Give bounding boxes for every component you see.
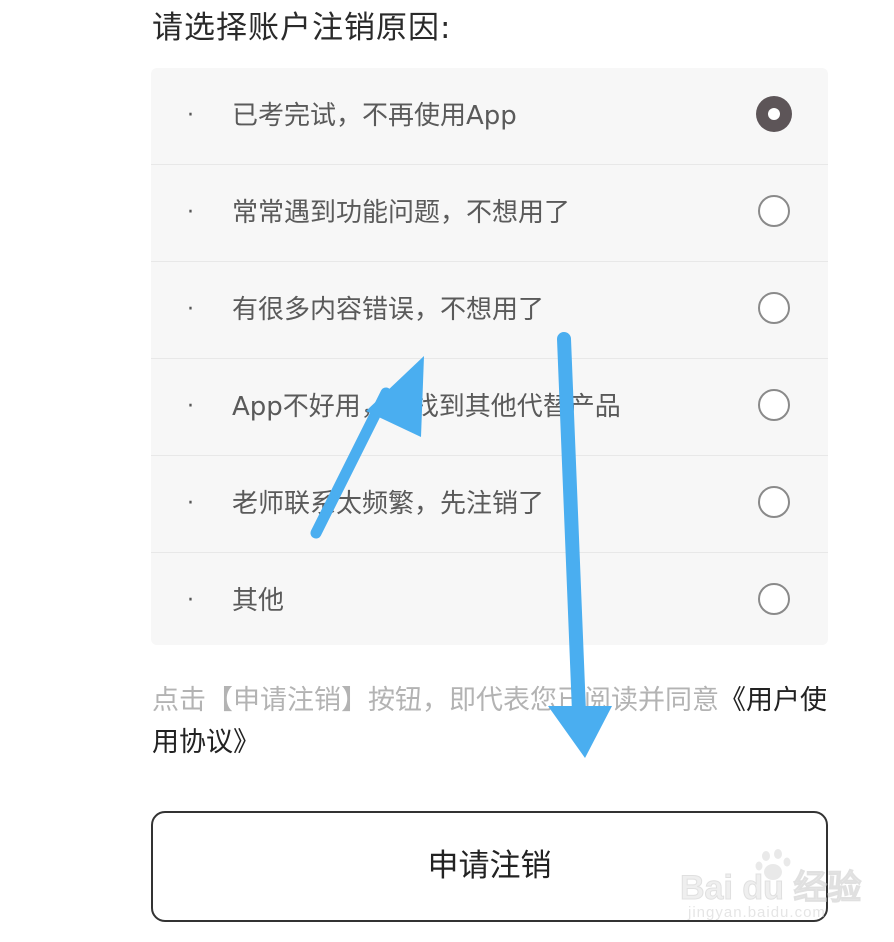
watermark-url: jingyan.baidu.com <box>688 904 826 921</box>
bullet-dot: · <box>187 297 194 322</box>
bullet-dot: · <box>187 394 194 419</box>
bullet-dot: · <box>187 491 194 516</box>
radio-button-selected[interactable] <box>756 96 792 132</box>
bullet-dot: · <box>187 588 194 613</box>
radio-button[interactable] <box>758 292 790 324</box>
radio-button[interactable] <box>758 583 790 615</box>
reason-option-2[interactable]: · 常常遇到功能问题，不想用了 <box>151 165 828 262</box>
reason-label: 老师联系太频繁，先注销了 <box>232 489 545 519</box>
bullet-dot: · <box>187 103 194 128</box>
agreement-notice: 点击【申请注销】按钮，即代表您已阅读并同意《用户使用协议》 <box>152 680 832 764</box>
reason-label: App不好用，已找到其他代替产品 <box>232 392 621 422</box>
reason-label: 其他 <box>232 586 285 616</box>
reason-label: 已考完试，不再使用App <box>232 101 517 131</box>
radio-button[interactable] <box>758 486 790 518</box>
reason-option-6[interactable]: · 其他 <box>151 553 828 645</box>
reason-list: · 已考完试，不再使用App · 常常遇到功能问题，不想用了 · 有很多内容错误… <box>151 68 828 645</box>
reason-option-5[interactable]: · 老师联系太频繁，先注销了 <box>151 456 828 553</box>
reason-label: 有很多内容错误，不想用了 <box>232 295 545 325</box>
radio-button[interactable] <box>758 389 790 421</box>
reason-option-3[interactable]: · 有很多内容错误，不想用了 <box>151 262 828 359</box>
bullet-dot: · <box>187 200 194 225</box>
watermark-brand: Bai du 经验 <box>679 869 862 908</box>
agreement-text: 点击【申请注销】按钮，即代表您已阅读并同意 <box>152 685 719 716</box>
baidu-jingyan-watermark: Bai du 经验 jingyan.baidu.com <box>679 846 880 936</box>
account-cancellation-page: 请选择账户注销原因: · 已考完试，不再使用App · 常常遇到功能问题，不想用… <box>0 0 894 942</box>
radio-button[interactable] <box>758 195 790 227</box>
reason-option-1[interactable]: · 已考完试，不再使用App <box>151 68 828 165</box>
reason-option-4[interactable]: · App不好用，已找到其他代替产品 <box>151 359 828 456</box>
reason-label: 常常遇到功能问题，不想用了 <box>232 198 571 228</box>
page-title: 请选择账户注销原因: <box>152 10 452 46</box>
